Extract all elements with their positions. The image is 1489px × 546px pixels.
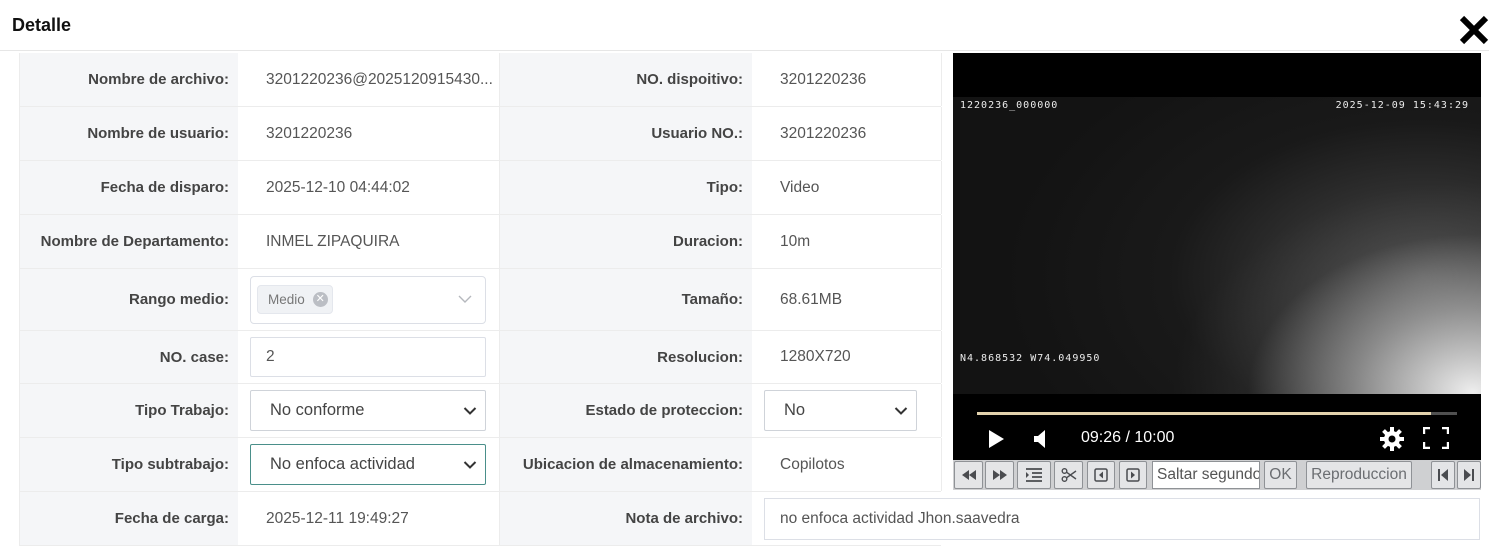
ok-button[interactable]: OK <box>1264 461 1297 489</box>
work-subtype-select[interactable]: No enfoca actividad <box>250 444 486 485</box>
tag-remove-icon[interactable]: ✕ <box>312 291 328 307</box>
protection-label: Estado de proteccion: <box>500 384 752 437</box>
skip-start-icon <box>1438 469 1448 481</box>
device-no-label: NO. dispoitivo: <box>500 53 752 106</box>
range-label: Rango medio: <box>20 269 238 330</box>
work-type-label: Tipo Trabajo: <box>20 384 238 437</box>
trigger-date-value: 2025-12-10 04:44:02 <box>238 161 500 214</box>
ok-label: OK <box>1269 466 1292 483</box>
time-display: 09:26 / 10:00 <box>1081 429 1175 446</box>
detail-row: NO. case: 2 Resolucion: 1280X720 <box>19 331 942 384</box>
playback-label: Reproduccion <box>1311 466 1407 483</box>
trigger-date-label: Fecha de disparo: <box>20 161 238 214</box>
work-type-cell: No conforme <box>238 384 500 437</box>
detail-row: Tipo subtrabajo: No enfoca actividad Ubi… <box>19 438 942 492</box>
list-icon <box>1026 468 1042 482</box>
player-toolbar: Saltar segundos OK Reproduccion <box>953 460 1481 490</box>
frame-forward-icon <box>1126 468 1140 482</box>
skip-end-button[interactable] <box>1457 461 1481 489</box>
chevron-down-icon <box>458 295 472 303</box>
detail-row: Tipo Trabajo: No conforme Estado de prot… <box>19 384 942 438</box>
video-frame[interactable]: 1220236_000000 2025-12-09 15:43:29 N4.86… <box>953 97 1481 394</box>
protection-value: No <box>784 401 806 419</box>
fullscreen-icon[interactable] <box>1423 427 1449 449</box>
size-label: Tamaño: <box>500 269 752 330</box>
work-subtype-cell: No enfoca actividad <box>238 438 500 491</box>
upload-date-value: 2025-12-11 19:49:27 <box>238 492 500 545</box>
osd-datetime: 2025-12-09 15:43:29 <box>1335 100 1469 111</box>
file-note-cell: no enfoca actividad Jhon.saavedra <box>752 492 1489 545</box>
file-name-value: 3201220236@2025120915430... <box>238 53 500 106</box>
file-note-label: Nota de archivo: <box>500 492 752 545</box>
details-grid: Nombre de archivo: 3201220236@2025120915… <box>19 53 1489 546</box>
chevron-down-icon <box>894 407 908 415</box>
frame-forward-button[interactable] <box>1119 461 1147 489</box>
storage-label: Ubicacion de almacenamiento: <box>500 438 752 491</box>
work-subtype-value: No enfoca actividad <box>270 455 415 473</box>
user-no-value: 3201220236 <box>752 107 942 160</box>
skip-end-icon <box>1464 469 1474 481</box>
resolution-label: Resolucion: <box>500 331 752 383</box>
user-name-value: 3201220236 <box>238 107 500 160</box>
size-value: 68.61MB <box>752 269 942 330</box>
fast-forward-icon <box>992 470 1007 480</box>
user-no-label: Usuario NO.: <box>500 107 752 160</box>
range-cell: Medio ✕ <box>238 269 500 330</box>
frame-back-icon <box>1094 468 1108 482</box>
dialog-title: Detalle <box>12 15 72 35</box>
protection-cell: No <box>752 384 942 437</box>
duration-value: 10m <box>752 215 942 268</box>
rewind-icon <box>961 470 976 480</box>
play-icon[interactable] <box>987 429 1005 449</box>
case-no-input[interactable]: 2 <box>250 337 486 377</box>
detail-row: Fecha de carga: 2025-12-11 19:49:27 Nota… <box>19 492 1489 546</box>
playback-button[interactable]: Reproduccion <box>1306 461 1412 489</box>
clip-button[interactable] <box>1054 461 1083 489</box>
skip-start-button[interactable] <box>1431 461 1455 489</box>
scissors-icon <box>1061 468 1076 482</box>
range-select[interactable]: Medio ✕ <box>250 275 486 324</box>
playlist-button[interactable] <box>1017 461 1051 489</box>
department-value: INMEL ZIPAQUIRA <box>238 215 500 268</box>
detail-row: Nombre de archivo: 3201220236@2025120915… <box>19 53 942 107</box>
detail-row: Rango medio: Medio ✕ Tamaño: 68.61MB <box>19 269 942 331</box>
protection-select[interactable]: No <box>764 390 917 431</box>
upload-date-label: Fecha de carga: <box>20 492 238 545</box>
chevron-down-icon <box>463 407 477 415</box>
file-name-label: Nombre de archivo: <box>20 53 238 106</box>
dialog-header: Detalle <box>0 0 1489 51</box>
storage-value: Copilotos <box>752 438 942 491</box>
case-no-cell: 2 <box>238 331 500 383</box>
range-tag-label: Medio <box>268 291 305 307</box>
volume-icon[interactable] <box>1033 429 1051 449</box>
progress-bar[interactable] <box>977 412 1457 415</box>
type-value: Video <box>752 161 942 214</box>
range-tag: Medio ✕ <box>257 284 333 314</box>
case-no-label: NO. case: <box>20 331 238 383</box>
user-name-label: Nombre de usuario: <box>20 107 238 160</box>
video-player[interactable]: 1220236_000000 2025-12-09 15:43:29 N4.86… <box>953 53 1481 460</box>
close-icon[interactable] <box>1458 14 1489 46</box>
department-label: Nombre de Departamento: <box>20 215 238 268</box>
fast-forward-button[interactable] <box>985 461 1014 489</box>
work-subtype-label: Tipo subtrabajo: <box>20 438 238 491</box>
settings-icon[interactable] <box>1380 427 1404 451</box>
chevron-down-icon <box>463 461 477 469</box>
detail-row: Nombre de Departamento: INMEL ZIPAQUIRA … <box>19 215 942 269</box>
seek-seconds-input[interactable]: Saltar segundos <box>1152 461 1260 489</box>
file-note-input[interactable]: no enfoca actividad Jhon.saavedra <box>764 497 1480 540</box>
device-no-value: 3201220236 <box>752 53 942 106</box>
progress-fill <box>977 412 1431 415</box>
work-type-value: No conforme <box>270 401 365 419</box>
detail-row: Nombre de usuario: 3201220236 Usuario NO… <box>19 107 942 161</box>
work-type-select[interactable]: No conforme <box>250 390 486 431</box>
rewind-button[interactable] <box>954 461 983 489</box>
frame-back-button[interactable] <box>1087 461 1115 489</box>
type-label: Tipo: <box>500 161 752 214</box>
resolution-value: 1280X720 <box>752 331 942 383</box>
detail-row: Fecha de disparo: 2025-12-10 04:44:02 Ti… <box>19 161 942 215</box>
osd-device: 1220236_000000 <box>960 100 1059 111</box>
osd-gps: N4.868532 W74.049950 <box>960 353 1101 364</box>
duration-label: Duracion: <box>500 215 752 268</box>
